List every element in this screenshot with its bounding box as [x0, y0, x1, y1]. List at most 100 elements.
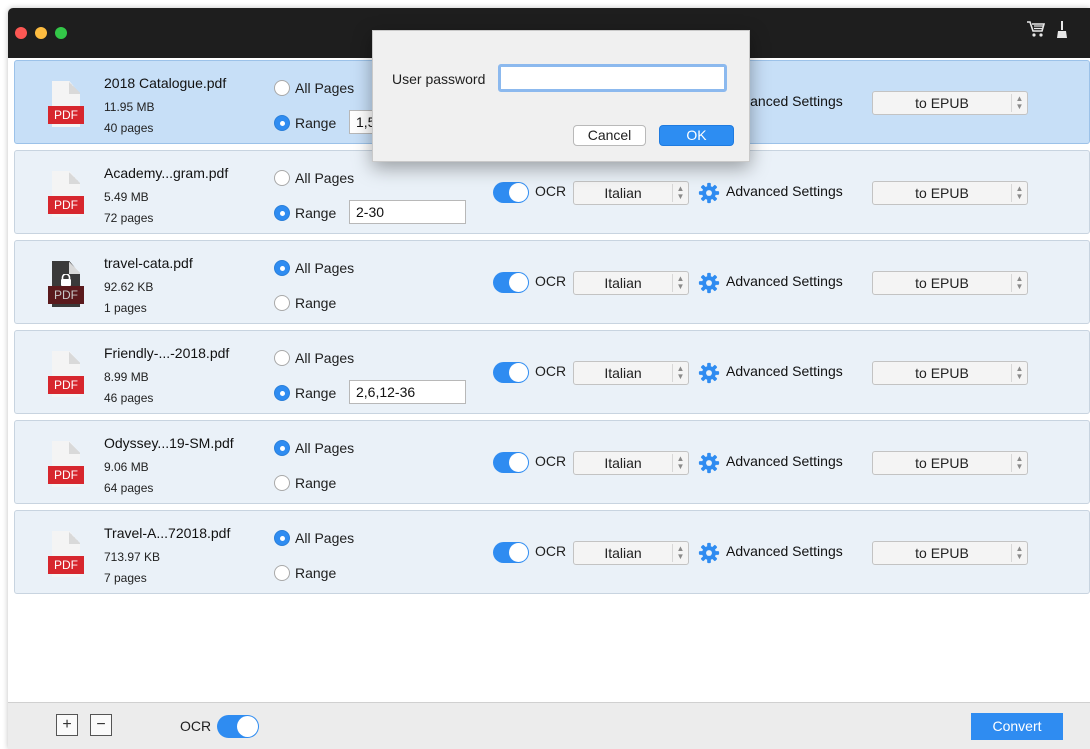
all-pages-label: All Pages [295, 530, 355, 546]
remove-file-button[interactable]: − [90, 714, 112, 736]
language-value: Italian [604, 545, 642, 561]
pdf-badge: PDF [48, 556, 84, 574]
language-select[interactable]: Italian ▲▼ [573, 181, 689, 205]
advanced-settings-link[interactable]: Advanced Settings [726, 453, 843, 469]
file-page-count: 1 pages [104, 301, 147, 315]
advanced-settings-link[interactable]: Advanced Settings [726, 183, 843, 199]
add-file-button[interactable]: + [56, 714, 78, 736]
pdf-badge: PDF [48, 106, 84, 124]
all-pages-radio[interactable] [274, 440, 290, 456]
output-format-select[interactable]: to EPUB ▲ ▼ [872, 541, 1028, 565]
range-radio[interactable] [274, 565, 290, 581]
ocr-toggle[interactable] [493, 272, 529, 293]
output-format-select[interactable]: to EPUB ▲ ▼ [872, 361, 1028, 385]
range-label: Range [295, 565, 337, 581]
gear-icon[interactable] [698, 272, 720, 294]
file-row[interactable]: PDF Friendly-...-2018.pdf 8.99 MB 46 pag… [14, 330, 1090, 414]
all-pages-label: All Pages [295, 350, 355, 366]
user-password-input[interactable] [498, 64, 727, 92]
pdf-file-icon: PDF [48, 441, 84, 487]
all-pages-radio[interactable] [274, 350, 290, 366]
file-size: 5.49 MB [104, 190, 149, 204]
file-size: 9.06 MB [104, 460, 149, 474]
language-select[interactable]: Italian ▲▼ [573, 361, 689, 385]
output-format-value: to EPUB [915, 185, 969, 201]
gear-icon[interactable] [698, 362, 720, 384]
range-radio[interactable] [274, 115, 290, 131]
page-range-input[interactable] [349, 380, 466, 404]
language-value: Italian [604, 365, 642, 381]
all-pages-label: All Pages [295, 170, 355, 186]
chevron-down-icon: ▲▼ [672, 544, 688, 562]
output-format-select[interactable]: to EPUB ▲ ▼ [872, 181, 1028, 205]
global-ocr-toggle[interactable] [217, 715, 259, 738]
pdf-file-icon: PDF [48, 531, 84, 577]
pdf-badge: PDF [48, 286, 84, 304]
all-pages-radio[interactable] [274, 530, 290, 546]
password-dialog: User password Cancel OK [372, 30, 750, 162]
range-label: Range [295, 115, 337, 131]
output-format-select[interactable]: to EPUB ▲ ▼ [872, 91, 1028, 115]
ocr-toggle[interactable] [493, 452, 529, 473]
all-pages-radio[interactable] [274, 260, 290, 276]
convert-button[interactable]: Convert [971, 713, 1063, 740]
file-name: travel-cata.pdf [104, 255, 193, 271]
bottom-toolbar: + − OCR Convert [8, 702, 1090, 749]
ocr-toggle[interactable] [493, 542, 529, 563]
range-label: Range [295, 385, 337, 401]
minimize-window-button[interactable] [35, 27, 47, 39]
all-pages-label: All Pages [295, 80, 355, 96]
ocr-toggle[interactable] [493, 362, 529, 383]
advanced-settings-link[interactable]: Advanced Settings [726, 543, 843, 559]
gear-icon[interactable] [698, 182, 720, 204]
all-pages-radio[interactable] [274, 80, 290, 96]
cart-icon[interactable] [1026, 20, 1046, 41]
gear-icon[interactable] [698, 452, 720, 474]
file-name: Friendly-...-2018.pdf [104, 345, 230, 361]
language-value: Italian [604, 275, 642, 291]
output-format-select[interactable]: to EPUB ▲ ▼ [872, 271, 1028, 295]
chevron-down-icon: ▲▼ [1011, 184, 1027, 202]
language-select[interactable]: Italian ▲▼ [573, 271, 689, 295]
ocr-toggle[interactable] [493, 182, 529, 203]
chevron-down-icon: ▲▼ [1011, 94, 1027, 112]
chevron-down-icon: ▲▼ [672, 184, 688, 202]
range-label: Range [295, 475, 337, 491]
close-window-button[interactable] [15, 27, 27, 39]
advanced-settings-link[interactable]: Advanced Settings [726, 363, 843, 379]
chevron-down-icon: ▲▼ [1011, 364, 1027, 382]
cancel-button[interactable]: Cancel [573, 125, 646, 146]
all-pages-label: All Pages [295, 260, 355, 276]
file-size: 8.99 MB [104, 370, 149, 384]
chevron-down-icon: ▲▼ [672, 274, 688, 292]
language-select[interactable]: Italian ▲▼ [573, 541, 689, 565]
pdf-file-icon: PDF [48, 81, 84, 127]
file-name: Travel-A...72018.pdf [104, 525, 231, 541]
range-label: Range [295, 205, 337, 221]
output-format-value: to EPUB [915, 455, 969, 471]
output-format-select[interactable]: to EPUB ▲ ▼ [872, 451, 1028, 475]
ocr-label: OCR [535, 363, 567, 379]
page-range-input[interactable] [349, 200, 466, 224]
advanced-settings-link[interactable]: Advanced Settings [726, 273, 843, 289]
chevron-down-icon: ▲▼ [672, 454, 688, 472]
ok-button[interactable]: OK [659, 125, 734, 146]
range-radio[interactable] [274, 205, 290, 221]
ocr-label: OCR [535, 273, 567, 289]
language-select[interactable]: Italian ▲▼ [573, 451, 689, 475]
gear-icon[interactable] [698, 542, 720, 564]
file-row[interactable]: PDF Odyssey...19-SM.pdf 9.06 MB 64 pages… [14, 420, 1090, 504]
range-radio[interactable] [274, 385, 290, 401]
file-size: 713.97 KB [104, 550, 161, 564]
range-radio[interactable] [274, 295, 290, 311]
file-row[interactable]: PDF Academy...gram.pdf 5.49 MB 72 pages … [14, 150, 1090, 234]
file-row[interactable]: PDF Travel-A...72018.pdf 713.97 KB 7 pag… [14, 510, 1090, 594]
maximize-window-button[interactable] [55, 27, 67, 39]
range-radio[interactable] [274, 475, 290, 491]
ocr-label: OCR [535, 453, 567, 469]
all-pages-radio[interactable] [274, 170, 290, 186]
output-format-value: to EPUB [915, 545, 969, 561]
brush-icon[interactable] [1056, 20, 1068, 43]
file-row[interactable]: PDF travel-cata.pdf 92.62 KB 1 pages All… [14, 240, 1090, 324]
file-name: Academy...gram.pdf [104, 165, 229, 181]
